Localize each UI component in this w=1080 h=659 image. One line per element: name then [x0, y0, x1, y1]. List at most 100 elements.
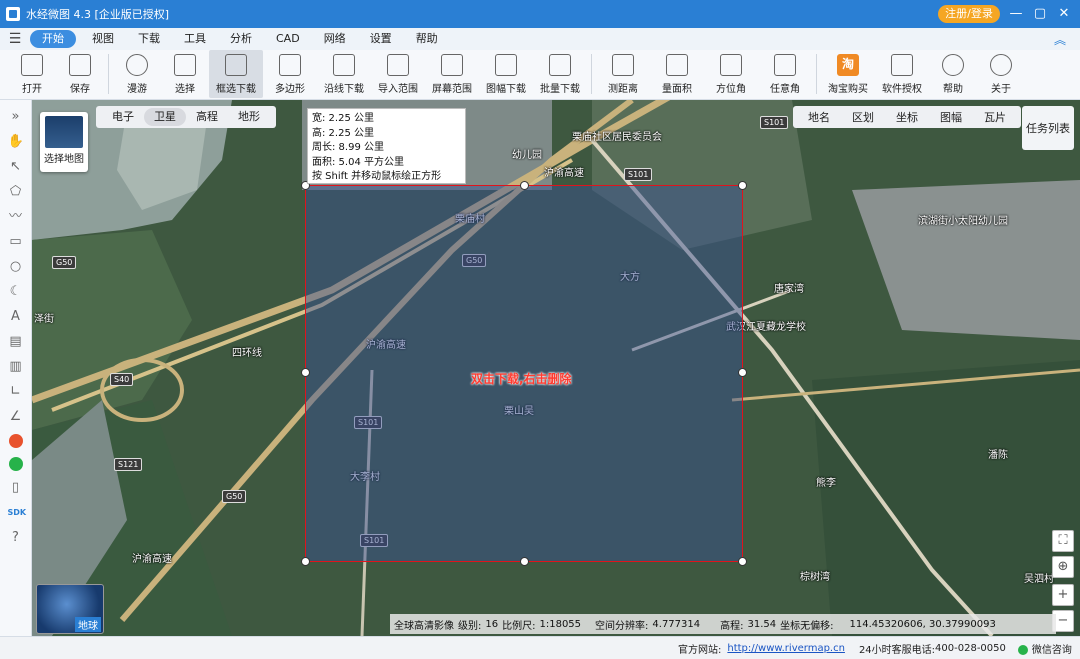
website-link[interactable]: http://www.rivermap.cn: [727, 643, 845, 654]
resize-handle[interactable]: [301, 557, 310, 566]
measure-area-button[interactable]: 量面积: [650, 50, 704, 98]
map-type-elevation[interactable]: 高程: [186, 108, 228, 126]
taobao-icon: 淘: [837, 54, 859, 76]
azimuth-button[interactable]: 方位角: [704, 50, 758, 98]
status-bar: 官方网站: http://www.rivermap.cn 24小时客服电话: 4…: [0, 636, 1080, 659]
open-button[interactable]: 打开: [8, 50, 56, 98]
expand-icon[interactable]: »: [8, 109, 24, 125]
map-view[interactable]: 栗庙社区居民委员会 栗庙村 大方 唐家湾 武汉江夏藏龙学校 栗山吴 大李村 滨湖…: [32, 100, 1080, 636]
road-shield: S101: [624, 168, 653, 181]
resize-handle[interactable]: [520, 181, 529, 190]
map-label: 熊李: [816, 478, 836, 489]
overlay-districts[interactable]: 区划: [841, 109, 885, 125]
resize-handle[interactable]: [301, 368, 310, 377]
overlay-sheets[interactable]: 图幅: [929, 109, 973, 125]
map-label: 唐家湾: [774, 284, 804, 295]
resize-handle[interactable]: [738, 181, 747, 190]
phone-icon[interactable]: ▯: [8, 480, 24, 496]
lock-icon: [891, 54, 913, 76]
menu-settings[interactable]: 设置: [358, 30, 404, 48]
taobao-button[interactable]: 淘淘宝购买: [821, 50, 875, 98]
resize-handle[interactable]: [520, 557, 529, 566]
hand-icon: [126, 54, 148, 76]
globe-button[interactable]: 地球: [36, 584, 104, 634]
polyline-icon[interactable]: 〰: [8, 209, 24, 225]
resize-handle[interactable]: [738, 557, 747, 566]
menu-download[interactable]: 下载: [126, 30, 172, 48]
text-icon[interactable]: A: [8, 309, 24, 325]
angle-icon[interactable]: ∠: [8, 409, 24, 425]
task-list-button[interactable]: 任务列表: [1022, 106, 1074, 150]
collapse-ribbon-icon[interactable]: ︽: [1054, 31, 1066, 48]
login-button[interactable]: 注册/登录: [938, 5, 1000, 23]
map-type-terrain[interactable]: 地形: [228, 108, 270, 126]
overlay-place-names[interactable]: 地名: [797, 109, 841, 125]
select-button[interactable]: 选择: [161, 50, 209, 98]
minimize-button[interactable]: —: [1006, 4, 1026, 24]
license-button[interactable]: 软件授权: [875, 50, 929, 98]
save-button[interactable]: 保存: [56, 50, 104, 98]
cursor-icon[interactable]: ↖: [8, 159, 24, 175]
map-type-satellite[interactable]: 卫星: [144, 108, 186, 126]
any-angle-button[interactable]: 任意角: [758, 50, 812, 98]
measure-hint: 按 Shift 并移动鼠标绘正方形: [312, 171, 442, 182]
import-range-button[interactable]: 导入范围: [371, 50, 425, 98]
sdk-icon[interactable]: SDK: [8, 505, 27, 521]
map-label: 沪渝高速: [544, 168, 584, 179]
cursor-icon: [174, 54, 196, 76]
zoom-in-button[interactable]: +: [1052, 584, 1074, 606]
crescent-icon[interactable]: ☾: [8, 284, 24, 300]
line-download-button[interactable]: 沿线下载: [317, 50, 371, 98]
map-info-bar: 全球高清影像 级别: 16 比例尺: 1:18055 空间分辨率: 4.7773…: [390, 614, 1056, 634]
overlay-coordinates[interactable]: 坐标: [885, 109, 929, 125]
question-icon: [942, 54, 964, 76]
azimuth-icon[interactable]: ∟: [8, 384, 24, 400]
menu-start[interactable]: 开始: [30, 30, 76, 48]
overlay-tiles[interactable]: 瓦片: [973, 109, 1017, 125]
road-shield: G50: [52, 256, 77, 269]
azimuth-icon: [720, 54, 742, 76]
toolbar-divider: [108, 54, 109, 94]
selection-hint: 双击下载,右击删除: [471, 372, 572, 386]
road-shield: S101: [760, 116, 789, 129]
maximize-button[interactable]: ▢: [1030, 4, 1050, 24]
polygon-button[interactable]: 多边形: [263, 50, 317, 98]
menu-network[interactable]: 网络: [312, 30, 358, 48]
menu-help[interactable]: 帮助: [404, 30, 450, 48]
menu-analysis[interactable]: 分析: [218, 30, 264, 48]
wechat-consult[interactable]: 微信咨询: [1017, 641, 1072, 656]
grid-icon: [495, 54, 517, 76]
select-map-button[interactable]: 选择地图: [40, 112, 88, 172]
rectangle-icon[interactable]: ▭: [8, 234, 24, 250]
map-type-electronic[interactable]: 电子: [102, 108, 144, 126]
measure-height: 高: 2.25 公里: [312, 127, 374, 139]
menu-cad[interactable]: CAD: [264, 30, 312, 48]
help-button[interactable]: 帮助: [929, 50, 977, 98]
box-download-button[interactable]: 框选下载: [209, 50, 263, 98]
polyline-icon: [333, 54, 355, 76]
menu-view[interactable]: 视图: [80, 30, 126, 48]
about-button[interactable]: 关于: [977, 50, 1025, 98]
map-label: 泽街: [34, 314, 54, 325]
wechat-icon[interactable]: [8, 457, 23, 471]
roam-button[interactable]: 漫游: [113, 50, 161, 98]
batch-download-button[interactable]: 批量下载: [533, 50, 587, 98]
fullscreen-icon[interactable]: ⛶: [1052, 530, 1074, 552]
menu-tools[interactable]: 工具: [172, 30, 218, 48]
circle-icon[interactable]: ○: [8, 259, 24, 275]
sheet-download-button[interactable]: 图幅下载: [479, 50, 533, 98]
monitor-icon: [441, 54, 463, 76]
close-button[interactable]: ✕: [1054, 4, 1074, 24]
hand-icon[interactable]: ✋: [8, 134, 24, 150]
hamburger-menu-icon[interactable]: ☰: [0, 31, 30, 47]
measure-distance-button[interactable]: 测距离: [596, 50, 650, 98]
help-icon[interactable]: ?: [8, 530, 24, 546]
phone-number: 400-028-0050: [935, 642, 1006, 654]
resize-handle[interactable]: [738, 368, 747, 377]
locate-icon[interactable]: ⊕: [1052, 556, 1074, 578]
polygon-icon[interactable]: ⬠: [8, 184, 24, 200]
screen-range-button[interactable]: 屏幕范围: [425, 50, 479, 98]
app-share-icon[interactable]: [8, 434, 23, 448]
area-icon[interactable]: ▥: [8, 359, 24, 375]
ruler-icon[interactable]: ▤: [8, 334, 24, 350]
